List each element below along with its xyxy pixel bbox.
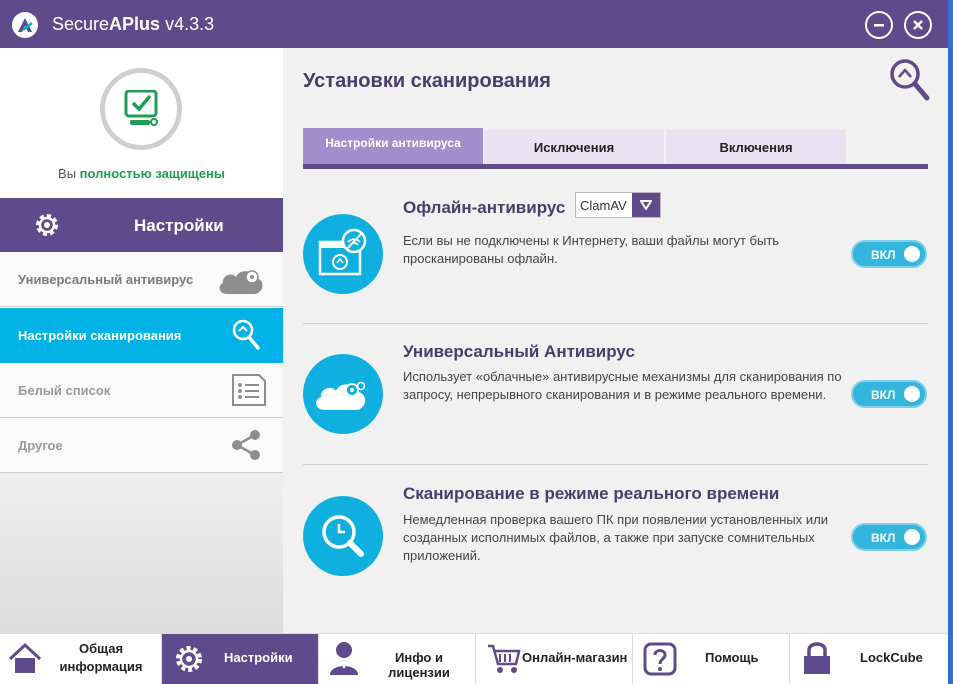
close-icon [913,20,923,30]
sidebar-item-scan-settings[interactable]: Настройки сканирования [0,308,283,363]
nav-overview[interactable]: Общая информация [0,634,162,684]
offline-antivirus-desc: Если вы не подключены к Интернету, ваши … [403,233,780,266]
minimize-icon [874,24,884,27]
realtime-scan-desc: Немедленная проверка вашего ПК при появл… [403,512,828,563]
nav-info-licenses[interactable]: Инфо и лицензии [319,634,476,684]
search-icon [890,59,930,101]
chevron-down-icon [640,200,652,210]
nav-help[interactable]: Помощь [633,634,790,684]
sidebar-item-universal-antivirus[interactable]: Универсальный антивирус [0,252,283,307]
divider [303,323,928,324]
app-logo [12,12,38,38]
app-window: SecureAPlus v4.3.3 Вы полностью защищены [0,0,948,684]
page-title: Установки сканирования [303,70,551,92]
home-icon [8,642,42,673]
cloud-icon [219,270,263,294]
lock-icon [804,642,830,674]
toggle-knob [904,529,920,545]
share-icon [232,430,260,460]
toggle-knob [904,386,920,402]
sidebar-item-other[interactable]: Другое [0,418,283,473]
help-icon [643,642,677,676]
protection-status-panel: Вы полностью защищены [0,48,283,198]
cart-icon [488,644,521,673]
nav-online-store[interactable]: Онлайн-магазин [476,634,633,684]
universal-antivirus-toggle[interactable]: ВКЛ [851,380,927,408]
offline-antivirus-title: Офлайн-антивирус [403,198,566,217]
offline-antivirus-badge [303,214,383,294]
section-offline-antivirus: Офлайн-антивирус ClamAV Если вы не подкл… [303,192,928,323]
protection-status-text: Вы полностью защищены [58,166,225,181]
section-universal-antivirus: Универсальный Антивирус Использует «обла… [303,342,928,462]
title-bar: SecureAPlus v4.3.3 [0,0,948,48]
offline-window-icon [318,228,367,276]
search-clock-icon [322,515,364,557]
divider [303,464,928,465]
universal-antivirus-title: Универсальный Антивирус [403,342,635,361]
universal-antivirus-badge [303,354,383,434]
realtime-scan-toggle[interactable]: ВКЛ [851,523,927,551]
nav-settings[interactable]: Настройки [162,634,319,684]
protection-status-ring [100,68,182,150]
gear-icon [36,214,58,236]
tab-inclusions[interactable]: Включения [666,130,846,164]
sidebar-item-whitelist[interactable]: Белый список [0,363,283,418]
tab-antivirus-settings[interactable]: Настройки антивируса [303,128,483,164]
toggle-knob [904,246,920,262]
shield-check-icon [124,90,158,126]
nav-lockcube[interactable]: LockCube [790,634,948,684]
realtime-scan-badge [303,496,383,576]
search-icon [232,319,260,350]
tab-underline [303,164,928,169]
settings-header-label: Настройки [134,216,224,235]
bottom-nav: Общая информация Настройки Инфо и лиценз… [0,633,948,684]
realtime-scan-title: Сканирование в режиме реального времени [403,484,780,503]
sidebar: Вы полностью защищены Настройки Универса… [0,48,283,633]
gear-icon [176,646,202,672]
user-icon [330,642,358,675]
dropdown-arrow [632,193,660,217]
section-realtime-scan: Сканирование в режиме реального времени … [303,484,928,604]
app-title: SecureAPlus v4.3.3 [52,14,215,34]
tab-exclusions[interactable]: Исключения [484,130,664,164]
universal-antivirus-desc: Использует «облачные» антивирусные механ… [403,369,842,402]
settings-header: Настройки [0,198,283,252]
list-icon [232,374,266,406]
minimize-button[interactable] [865,11,893,39]
cloud-icon [316,381,366,410]
close-button[interactable] [904,11,932,39]
main-panel: Установки сканирования Настройки антивир… [283,48,948,633]
engine-select[interactable]: ClamAV [575,192,661,218]
offline-antivirus-toggle[interactable]: ВКЛ [851,240,927,268]
